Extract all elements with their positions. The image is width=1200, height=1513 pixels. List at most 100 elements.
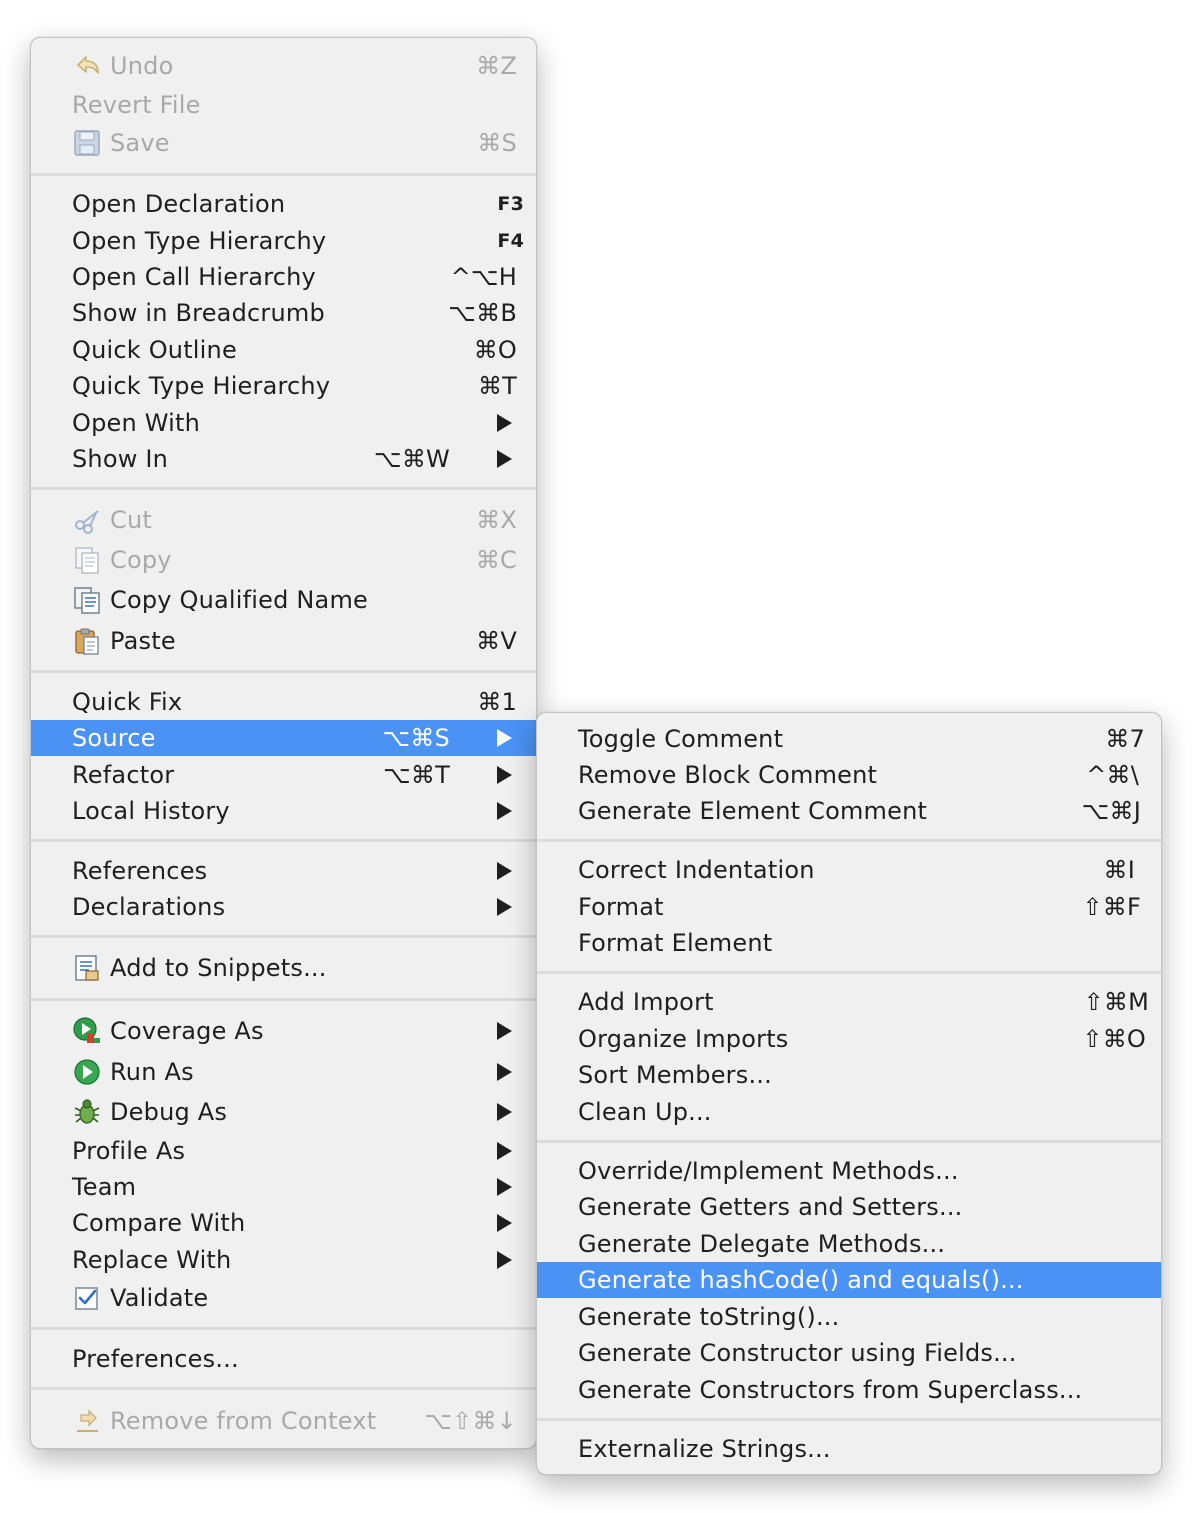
submenu-item-format-element[interactable]: Format Element (537, 925, 1161, 961)
submenu-item-clean-up[interactable]: Clean Up... (537, 1094, 1161, 1130)
submenu-item-constructors-superclass[interactable]: Generate Constructors from Superclass... (537, 1372, 1161, 1408)
menu-item-preferences[interactable]: Preferences... (31, 1341, 536, 1377)
menu-item-label: Coverage As (110, 1017, 264, 1045)
menu-item-save[interactable]: Save ⌘S (31, 125, 536, 161)
menu-item-open-with[interactable]: Open With (31, 405, 536, 441)
menu-separator (31, 935, 536, 938)
menu-item-copy[interactable]: Copy ⌘C (31, 542, 536, 578)
menu-item-label: Override/Implement Methods... (578, 1157, 959, 1185)
menu-item-quick-type-hierarchy[interactable]: Quick Type Hierarchy ⌘T (31, 368, 536, 404)
menu-item-label: Format Element (578, 929, 773, 957)
submenu-item-tostring[interactable]: Generate toString()... (537, 1299, 1161, 1335)
menu-item-show-in[interactable]: Show In ⌥⌘W (31, 441, 536, 477)
menu-item-remove-from-context[interactable]: Remove from Context ⌥⇧⌘↓ (31, 1403, 536, 1439)
shortcut: ⌥⌘T (383, 761, 450, 789)
copy-icon (75, 547, 99, 574)
submenu-item-hashcode-equals[interactable]: Generate hashCode() and equals()... (537, 1262, 1161, 1298)
submenu-item-generate-element-comment[interactable]: Generate Element Comment ⌥⌘J (537, 793, 1161, 829)
menu-item-label: Toggle Comment (578, 725, 784, 753)
menu-item-label: Show in Breadcrumb (72, 299, 325, 327)
menu-item-profile-as[interactable]: Profile As (31, 1133, 536, 1169)
menu-item-label: Clean Up... (578, 1098, 712, 1126)
menu-item-add-to-snippets[interactable]: Add to Snippets... (31, 950, 536, 986)
scissors-icon (75, 510, 99, 534)
clipboard-icon (75, 628, 99, 655)
menu-item-validate[interactable]: Validate (31, 1280, 536, 1316)
floppy-disk-icon (74, 130, 100, 156)
remove-context-icon (77, 1409, 98, 1432)
menu-item-undo[interactable]: Undo ⌘Z (31, 48, 536, 84)
menu-item-label: Debug As (110, 1098, 228, 1126)
menu-item-label: Format (578, 893, 664, 921)
shortcut: ⌘V (476, 627, 517, 655)
menu-item-replace-with[interactable]: Replace With (31, 1242, 536, 1278)
shortcut: ⌘I (1103, 856, 1135, 884)
menu-item-label: Remove Block Comment (578, 761, 878, 789)
menu-item-paste[interactable]: Paste ⌘V (31, 623, 536, 659)
menu-item-quick-fix[interactable]: Quick Fix ⌘1 (31, 684, 536, 720)
submenu-item-sort-members[interactable]: Sort Members... (537, 1057, 1161, 1093)
menu-item-label: Quick Fix (72, 688, 183, 716)
undo-arrow-icon (77, 56, 99, 74)
menu-item-label: Add Import (578, 988, 714, 1016)
submenu-item-externalize-strings[interactable]: Externalize Strings... (537, 1431, 1161, 1467)
menu-item-label: Team (72, 1173, 137, 1201)
menu-item-local-history[interactable]: Local History (31, 793, 536, 829)
submenu-arrow-icon (497, 1103, 512, 1121)
source-submenu: Toggle Comment ⌘7 Remove Block Comment ^… (536, 712, 1162, 1475)
menu-item-debug-as[interactable]: Debug As (31, 1094, 536, 1130)
shortcut: ⌘T (477, 372, 517, 400)
menu-item-open-type-hierarchy[interactable]: Open Type Hierarchy F4 (31, 223, 536, 259)
submenu-item-toggle-comment[interactable]: Toggle Comment ⌘7 (537, 721, 1161, 757)
submenu-item-getters-setters[interactable]: Generate Getters and Setters... (537, 1189, 1161, 1225)
menu-item-references[interactable]: References (31, 853, 536, 889)
submenu-item-override-implement[interactable]: Override/Implement Methods... (537, 1153, 1161, 1189)
menu-item-label: Copy (110, 546, 172, 574)
menu-item-team[interactable]: Team (31, 1169, 536, 1205)
menu-item-label: Open Declaration (72, 190, 286, 218)
menu-item-quick-outline[interactable]: Quick Outline ⌘O (31, 332, 536, 368)
menu-item-declarations[interactable]: Declarations (31, 889, 536, 925)
menu-item-label: Validate (110, 1284, 209, 1312)
shortcut: ⌘X (476, 506, 517, 534)
shortcut: ⌥⇧⌘↓ (424, 1407, 517, 1435)
submenu-item-correct-indentation[interactable]: Correct Indentation ⌘I (537, 852, 1161, 888)
menu-item-label: Copy Qualified Name (110, 586, 369, 614)
context-menu: Undo ⌘Z Revert File Save ⌘S Open Declara… (30, 37, 537, 1449)
submenu-item-add-import[interactable]: Add Import ⇧⌘M (537, 984, 1161, 1020)
menu-item-revert-file[interactable]: Revert File (31, 87, 536, 123)
menu-item-run-as[interactable]: Run As (31, 1054, 536, 1090)
menu-item-open-declaration[interactable]: Open Declaration F3 (31, 186, 536, 222)
menu-item-label: Generate Constructors from Superclass... (578, 1376, 1083, 1404)
submenu-item-constructor-fields[interactable]: Generate Constructor using Fields... (537, 1335, 1161, 1371)
menu-item-coverage-as[interactable]: Coverage As (31, 1013, 536, 1049)
menu-item-cut[interactable]: Cut ⌘X (31, 502, 536, 538)
menu-separator (31, 670, 536, 673)
menu-item-label: Source (72, 724, 156, 752)
submenu-item-delegate-methods[interactable]: Generate Delegate Methods... (537, 1226, 1161, 1262)
menu-item-label: Cut (110, 506, 152, 534)
shortcut: ⇧⌘M (1083, 988, 1149, 1016)
menu-item-label: Open Call Hierarchy (72, 263, 316, 291)
submenu-arrow-icon (497, 1214, 512, 1232)
menu-item-label: Replace With (72, 1246, 232, 1274)
menu-item-open-call-hierarchy[interactable]: Open Call Hierarchy ^⌥H (31, 259, 536, 295)
menu-item-source[interactable]: Source ⌥⌘S (31, 720, 536, 756)
menu-item-label: Open Type Hierarchy (72, 227, 327, 255)
menu-separator (537, 1140, 1161, 1143)
submenu-arrow-icon (497, 898, 512, 916)
shortcut: ⌘C (475, 546, 517, 574)
menu-item-copy-qualified-name[interactable]: Copy Qualified Name (31, 582, 536, 618)
menu-item-show-in-breadcrumb[interactable]: Show in Breadcrumb ⌥⌘B (31, 295, 536, 331)
menu-item-refactor[interactable]: Refactor ⌥⌘T (31, 757, 536, 793)
submenu-item-organize-imports[interactable]: Organize Imports ⇧⌘O (537, 1021, 1161, 1057)
menu-item-label: Generate Getters and Setters... (578, 1193, 963, 1221)
shortcut: ⌥⌘W (374, 445, 450, 473)
menu-item-label: Undo (110, 52, 174, 80)
submenu-arrow-icon (497, 1063, 512, 1081)
bug-icon (74, 1099, 100, 1124)
menu-item-label: Generate Constructor using Fields... (578, 1339, 1017, 1367)
menu-item-compare-with[interactable]: Compare With (31, 1205, 536, 1241)
submenu-item-remove-block-comment[interactable]: Remove Block Comment ^⌘\ (537, 757, 1161, 793)
submenu-item-format[interactable]: Format ⇧⌘F (537, 889, 1161, 925)
